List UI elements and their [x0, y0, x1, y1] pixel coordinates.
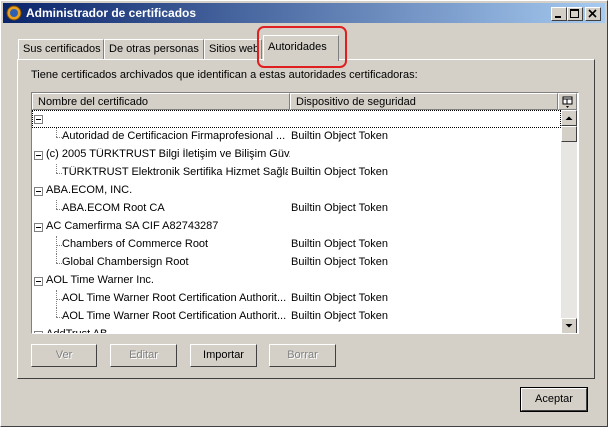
- group-name: AddTrust AB: [46, 328, 108, 334]
- column-header-label: Nombre del certificado: [38, 96, 149, 108]
- minimize-icon: [555, 16, 561, 18]
- security-device: Builtin Object Token: [291, 292, 389, 304]
- tree-certificate-row[interactable]: Chambers of Commerce Root Builtin Object …: [32, 236, 561, 254]
- certificate-tree[interactable]: Nombre del certificado Dispositivo de se…: [31, 92, 579, 334]
- security-device: Builtin Object Token: [291, 256, 389, 268]
- certificate-name: AOL Time Warner Root Certification Autho…: [62, 310, 287, 322]
- delete-button[interactable]: Borrar: [269, 344, 336, 367]
- column-header-device[interactable]: Dispositivo de seguridad: [290, 93, 558, 110]
- column-picker-icon: [562, 96, 573, 108]
- close-button[interactable]: [585, 7, 601, 21]
- column-header-label: Dispositivo de seguridad: [296, 96, 416, 108]
- tree-line: [56, 128, 57, 137]
- collapse-toggle-icon[interactable]: [34, 223, 43, 232]
- tree-group-row[interactable]: (c) 2005 TÜRKTRUST Bilgi İletişim ve Bil…: [32, 146, 561, 164]
- tree-group-row[interactable]: ABA.ECOM, INC.: [32, 182, 561, 200]
- security-device: Builtin Object Token: [291, 238, 389, 250]
- tree-certificate-row[interactable]: ABA.ECOM Root CA Builtin Object Token: [32, 200, 561, 218]
- scroll-up-button[interactable]: [561, 110, 577, 126]
- accept-button-label: Aceptar: [535, 393, 573, 405]
- tree-group-row[interactable]: AC Camerfirma SA CIF A82743287: [32, 218, 561, 236]
- tree-line: [56, 200, 57, 209]
- tree-rows: Autoridad de Certificacion Firmaprofesio…: [32, 110, 561, 334]
- certificate-name: Autoridad de Certificacion Firmaprofesio…: [62, 130, 286, 142]
- arrow-up-icon: [565, 116, 573, 120]
- close-icon: [588, 9, 597, 18]
- group-name: ABA.ECOM, INC.: [46, 184, 133, 196]
- tree-certificate-row[interactable]: TÜRKTRUST Elektronik Sertifika Hizmet Sa…: [32, 164, 561, 182]
- security-device: Builtin Object Token: [291, 166, 389, 178]
- maximize-button[interactable]: [567, 7, 583, 21]
- group-name: (c) 2005 TÜRKTRUST Bilgi İletişim ve Bil…: [46, 148, 290, 160]
- tab-label: Sus certificados: [23, 43, 101, 55]
- security-device: Builtin Object Token: [291, 310, 389, 322]
- vertical-scrollbar[interactable]: [561, 110, 577, 333]
- tree-certificate-row[interactable]: AOL Time Warner Root Certification Autho…: [32, 290, 561, 308]
- tree-certificate-row[interactable]: Global Chambersign Root Builtin Object To…: [32, 254, 561, 272]
- import-button[interactable]: Importar: [190, 344, 257, 367]
- tab-label: Sitios web: [209, 43, 260, 55]
- scroll-down-button[interactable]: [561, 318, 577, 333]
- tree-group-row[interactable]: [32, 110, 561, 128]
- tree-line: [56, 254, 57, 263]
- collapse-toggle-icon[interactable]: [34, 115, 43, 124]
- view-button[interactable]: Ver: [31, 344, 97, 367]
- certificate-name: AOL Time Warner Root Certification Autho…: [62, 292, 287, 304]
- certificate-name: Chambers of Commerce Root: [62, 238, 209, 250]
- title-bar[interactable]: Administrador de certificados: [3, 3, 605, 23]
- certificate-manager-window: Administrador de certificados Sus certif…: [0, 0, 608, 427]
- red-highlight-annotation: [257, 26, 347, 68]
- edit-button-label: Editar: [129, 349, 158, 361]
- column-picker-button[interactable]: [558, 93, 577, 110]
- security-device: Builtin Object Token: [291, 130, 389, 142]
- group-name: AC Camerfirma SA CIF A82743287: [46, 220, 219, 232]
- tab-other-people[interactable]: De otras personas: [104, 39, 204, 59]
- edit-button[interactable]: Editar: [110, 344, 177, 367]
- minimize-button[interactable]: [551, 7, 567, 21]
- group-name: AOL Time Warner Inc.: [46, 274, 154, 286]
- window-title: Administrador de certificados: [26, 6, 197, 20]
- collapse-toggle-icon[interactable]: [34, 331, 43, 333]
- certificate-name: TÜRKTRUST Elektronik Sertifika Hizmet Sa…: [62, 166, 288, 178]
- tree-certificate-row[interactable]: AOL Time Warner Root Certification Autho…: [32, 308, 561, 326]
- panel-description: Tiene certificados archivados que identi…: [31, 69, 418, 81]
- certificate-name: Global Chambersign Root: [62, 256, 189, 268]
- tree-line: [56, 308, 57, 317]
- collapse-toggle-icon[interactable]: [34, 277, 43, 286]
- maximize-icon: [570, 9, 579, 18]
- collapse-toggle-icon[interactable]: [34, 187, 43, 196]
- tab-your-certificates[interactable]: Sus certificados: [18, 39, 104, 59]
- collapse-toggle-icon[interactable]: [34, 151, 43, 160]
- import-button-label: Importar: [203, 349, 244, 361]
- tab-label: De otras personas: [109, 43, 199, 55]
- tree-certificate-row[interactable]: Autoridad de Certificacion Firmaprofesio…: [32, 128, 561, 146]
- view-button-label: Ver: [55, 349, 73, 361]
- arrow-down-icon: [565, 324, 573, 328]
- tree-line: [56, 164, 57, 173]
- accept-button[interactable]: Aceptar: [520, 387, 588, 412]
- tree-group-row[interactable]: AOL Time Warner Inc.: [32, 272, 561, 290]
- tab-websites[interactable]: Sitios web: [204, 39, 262, 59]
- scroll-thumb[interactable]: [561, 126, 577, 142]
- tree-group-row[interactable]: AddTrust AB: [32, 326, 561, 334]
- column-header-name[interactable]: Nombre del certificado: [32, 93, 290, 110]
- certificate-name: ABA.ECOM Root CA: [62, 202, 165, 214]
- app-icon: [6, 5, 22, 21]
- delete-button-label: Borrar: [287, 349, 318, 361]
- security-device: Builtin Object Token: [291, 202, 389, 214]
